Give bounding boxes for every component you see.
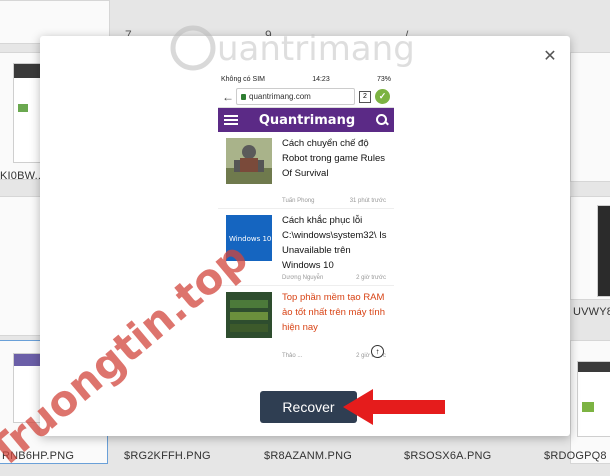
close-icon[interactable]: ✕ — [540, 46, 560, 66]
site-header: Quantrimang — [218, 108, 394, 132]
file-thumbnail — [577, 361, 610, 437]
file-thumbnail — [13, 63, 41, 163]
file-name: KI0BW... — [0, 170, 45, 182]
article-author: Dương Nguyễn — [282, 275, 324, 281]
article-time: 31 phút trước — [349, 198, 386, 204]
file-name: $R8AZANM.PNG — [264, 450, 352, 462]
menu-icon — [224, 115, 238, 125]
watermark-logo: uantrimang — [170, 25, 415, 71]
svg-text:Windows 10: Windows 10 — [229, 235, 271, 243]
lock-icon — [241, 93, 246, 100]
file-name: UVWY8 — [573, 306, 610, 318]
file-tile[interactable] — [0, 196, 42, 336]
article-meta: Thảo ... 2 giờ trước — [282, 353, 386, 359]
url-text: quantrimang.com — [249, 92, 311, 101]
file-tile[interactable] — [570, 52, 610, 182]
phone-screenshot-preview: Không có SIM 14:23 73% ← quantrimang.com… — [218, 72, 394, 372]
scroll-to-top-icon: ↑ — [371, 345, 384, 358]
tab-count-icon: 2 — [359, 90, 371, 103]
article-meta: Dương Nguyễn 2 giờ trước — [282, 275, 386, 281]
file-name: $RDOGPQ8 — [544, 450, 607, 462]
article-item: Top phần mềm tạo RAM ảo tốt nhất trên má… — [218, 286, 394, 363]
article-author: Thảo ... — [282, 353, 303, 359]
file-tile[interactable] — [570, 340, 610, 464]
url-field: quantrimang.com — [236, 88, 355, 105]
search-icon — [375, 114, 388, 126]
file-name: $RG2KFFH.PNG — [124, 450, 211, 462]
browser-url-bar: ← quantrimang.com 2 ✓ — [218, 86, 394, 108]
file-tile[interactable] — [0, 52, 42, 180]
file-tile[interactable] — [570, 196, 610, 300]
back-arrow-icon: ← — [222, 89, 234, 104]
file-thumbnail — [597, 205, 610, 297]
extension-icon: ✓ — [375, 89, 390, 104]
site-logo: Quantrimang — [258, 112, 356, 128]
red-arrow-annotation — [343, 389, 445, 425]
svg-text:uantrimang: uantrimang — [217, 29, 415, 69]
article-author: Tuấn Phong — [282, 198, 315, 204]
article-time: 2 giờ trước — [356, 275, 386, 281]
article-thumbnail-robot — [226, 138, 272, 184]
article-item: Cách chuyển chế độ Robot trong game Rule… — [218, 132, 394, 209]
file-name: $RSOSX6A.PNG — [404, 450, 492, 462]
article-meta: Tuấn Phong 31 phút trước — [282, 198, 386, 204]
